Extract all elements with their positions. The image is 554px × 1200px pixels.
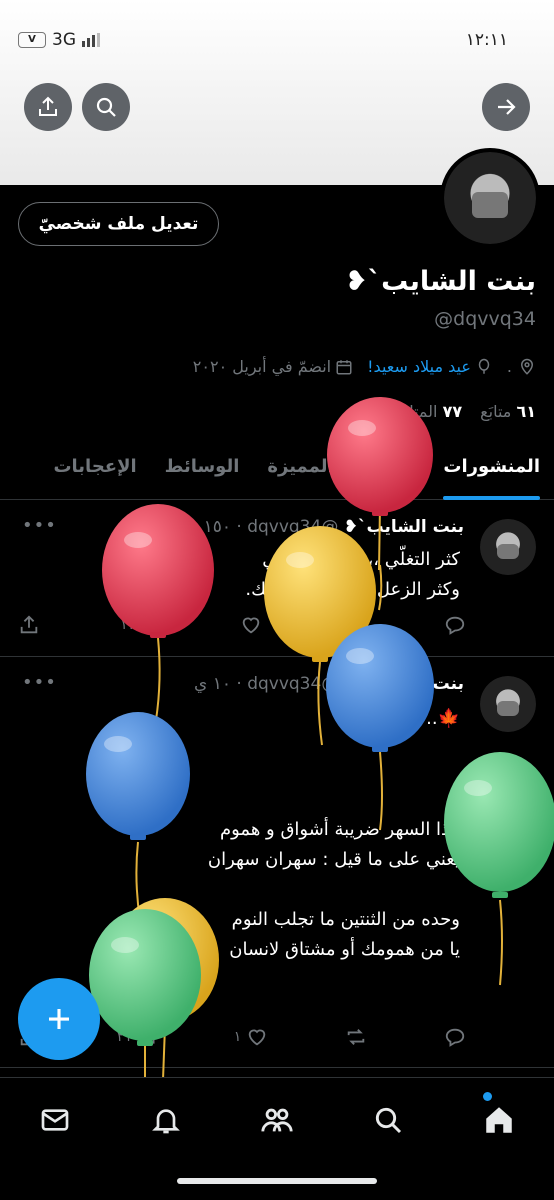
followers-label: المتابِعون — [377, 402, 438, 421]
back-button[interactable] — [482, 83, 530, 131]
following-stat[interactable]: ٦١ متابَع — [480, 402, 536, 421]
search-button[interactable] — [82, 83, 130, 131]
search-icon — [375, 1107, 402, 1134]
tab-likes[interactable]: الإعجابات — [39, 440, 150, 500]
like-button[interactable]: ١ — [234, 1026, 269, 1048]
compose-button[interactable] — [18, 978, 100, 1060]
heart-icon — [249, 1029, 266, 1046]
tweet-time: ١٥٠ س — [177, 517, 231, 537]
profile-tabs: المنشورات الردود المميزة الوسائط الإعجاب… — [0, 440, 554, 500]
following-count: ٦١ — [516, 402, 536, 421]
profile-name: بنت الشايب`❥ — [345, 266, 536, 297]
birthday-text[interactable]: عيد ميلاد سعيد! — [367, 357, 471, 376]
like-button[interactable] — [240, 614, 262, 636]
status-bar: V 3G ١٢:١١ — [0, 26, 554, 56]
location-pin-icon — [520, 358, 534, 375]
follow-stats: ٦١ متابَع ٧٧ المتابِعون — [377, 402, 536, 421]
tweet-header: بنت الشايب`❥ @dqvvq34 · ١٥٠ س — [177, 517, 464, 537]
repost-icon — [347, 1029, 365, 1045]
tweet-avatar[interactable] — [480, 519, 536, 575]
tab-replies[interactable]: الردود — [348, 440, 430, 500]
edit-profile-button[interactable]: تعديل ملف شخصيّ — [18, 202, 219, 246]
repost-button[interactable] — [345, 1026, 367, 1048]
share-icon — [20, 615, 38, 634]
profile-handle: @dqvvq34 — [434, 308, 536, 330]
tweet-author[interactable]: بنت الشايب`❥ — [344, 674, 464, 694]
reply-icon — [445, 616, 465, 635]
views-icon — [140, 1030, 155, 1044]
arrow-right-icon — [498, 99, 516, 115]
tweet-text-top: 🍁.. — [426, 708, 460, 729]
tab-posts[interactable]: المنشورات — [429, 440, 554, 500]
share-icon — [39, 96, 57, 116]
views-count: ٢١ — [116, 1029, 132, 1045]
following-label: متابَع — [480, 402, 512, 421]
tweet-text: هذا السهر ضريبة أشواق و هموم يعني على ما… — [207, 819, 460, 960]
nav-home[interactable] — [477, 1092, 521, 1142]
mail-icon — [41, 1109, 69, 1131]
plus-icon — [49, 1009, 69, 1029]
tweet-text: كثر التغلّي ،، مايخليك غالي وكثر الزعل ي… — [245, 549, 460, 600]
tweet-time: ١٠ ي — [193, 674, 231, 694]
joined-item: انضمّ في أبريل ٢٠٢٠ — [193, 357, 353, 376]
likes-count: ١ — [233, 1029, 242, 1045]
tweet-author[interactable]: بنت الشايب`❥ — [344, 517, 464, 537]
reply-icon — [445, 1028, 465, 1047]
home-icon — [486, 1107, 512, 1133]
more-icon[interactable]: ••• — [22, 672, 57, 693]
share-button[interactable] — [24, 83, 72, 131]
location-item: . — [507, 357, 536, 376]
nav-messages[interactable] — [33, 1098, 77, 1142]
tweet[interactable]: بنت الشايب`❥ @dqvvq34 · ١٥٠ س ••• كثر ال… — [0, 501, 554, 657]
reply-button[interactable] — [444, 1026, 466, 1048]
tweet-handle: @dqvvq34 — [247, 517, 339, 537]
views-icon — [143, 618, 158, 632]
tweet-header: بنت الشايب`❥ @dqvvq34 · ١٠ ي — [193, 674, 464, 694]
nav-search[interactable] — [366, 1098, 410, 1142]
more-icon[interactable]: ••• — [22, 515, 57, 536]
search-icon — [96, 97, 116, 117]
profile-avatar[interactable] — [440, 148, 540, 248]
views-button[interactable]: ٢١ — [117, 1026, 157, 1048]
joined-text: انضمّ في أبريل ٢٠٢٠ — [192, 357, 332, 376]
calendar-icon — [336, 359, 352, 374]
birthday-item[interactable]: عيد ميلاد سعيد! — [367, 357, 493, 376]
network-indicator: V 3G — [18, 30, 100, 50]
views-button[interactable]: ١٧ — [120, 614, 160, 636]
nav-notifications[interactable] — [144, 1098, 188, 1142]
reply-button[interactable] — [444, 614, 466, 636]
nav-communities[interactable] — [255, 1098, 299, 1142]
followers-count: ٧٧ — [442, 402, 463, 421]
profile-meta: . عيد ميلاد سعيد! انضمّ في أبريل ٢٠٢٠ — [193, 357, 536, 376]
carrier-badge: V — [18, 32, 46, 48]
home-indicator — [177, 1178, 377, 1184]
tab-highlights[interactable]: المميزة — [253, 440, 347, 500]
network-type: 3G — [52, 30, 76, 50]
location-text: . — [506, 357, 512, 376]
people-icon — [261, 1108, 293, 1132]
signal-icon — [82, 33, 100, 47]
repost-button[interactable] — [342, 614, 364, 636]
bell-icon — [152, 1109, 180, 1134]
views-count: ١٧ — [120, 617, 136, 633]
tweet-handle: @dqvvq34 — [247, 674, 339, 694]
tweet-avatar[interactable] — [480, 676, 536, 732]
heart-icon — [242, 617, 260, 634]
tab-media[interactable]: الوسائط — [151, 440, 254, 500]
followers-stat[interactable]: ٧٧ المتابِعون — [377, 402, 462, 421]
status-time: ١٢:١١ — [465, 30, 508, 50]
balloon-icon — [478, 358, 490, 374]
tweet-actions: ١٧ — [18, 614, 466, 636]
repost-icon — [344, 617, 362, 633]
notification-dot — [483, 1092, 492, 1101]
share-tweet-button[interactable] — [18, 614, 40, 636]
